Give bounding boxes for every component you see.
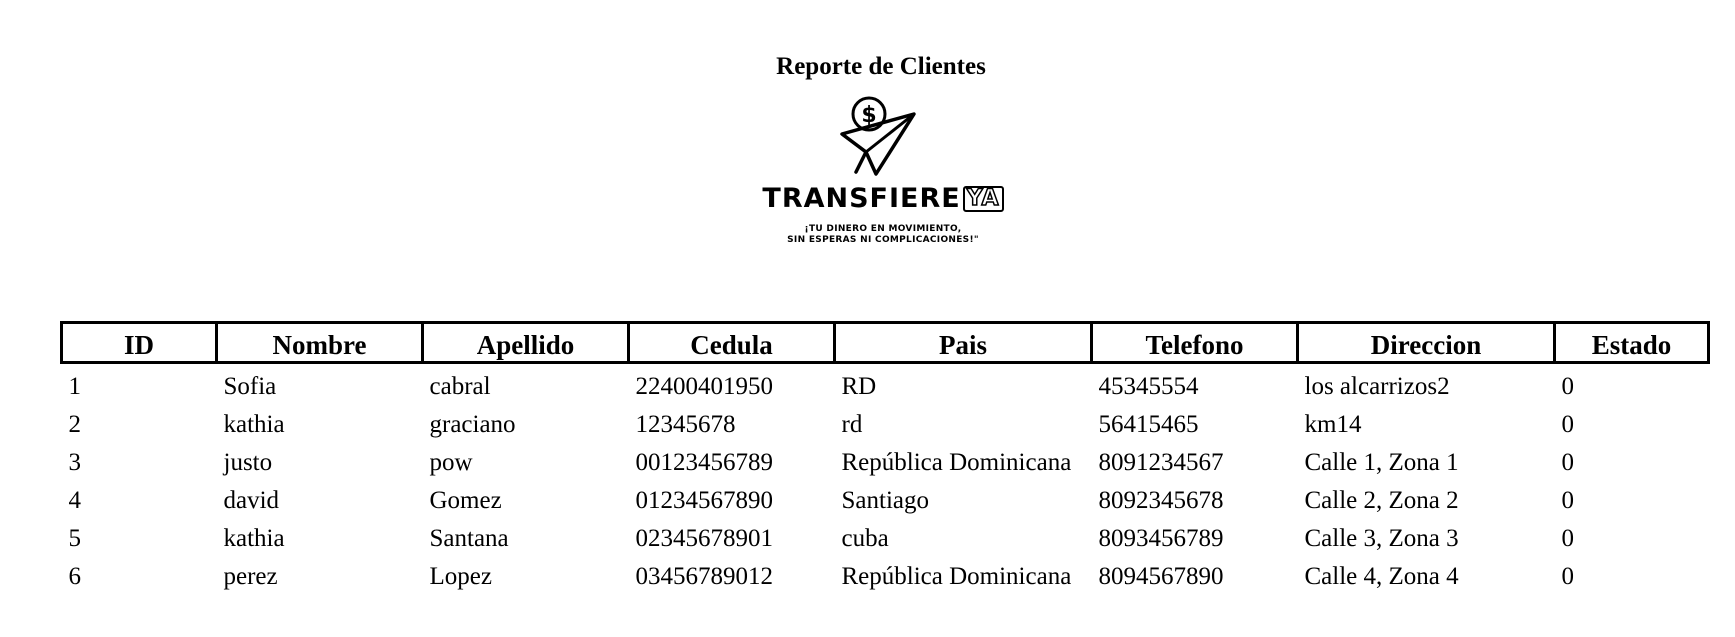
cell-apellido: Lopez — [429, 563, 492, 590]
cell-telefono: 45345554 — [1098, 373, 1199, 400]
cell-estado: 0 — [1561, 487, 1575, 514]
table-row: 4 david Gomez 01234567890 Santiago 80923… — [62, 478, 1709, 516]
cell-apellido: Gomez — [429, 487, 502, 514]
cell-cedula: 00123456789 — [635, 449, 774, 476]
brand-logo: $ TRANSFIERE YA ¡TU DINERO EN MOVIMIENTO,… — [738, 94, 1028, 254]
header-estado: Estado — [1553, 321, 1710, 364]
cell-id: 4 — [68, 487, 82, 514]
header-pais: Pais — [833, 321, 1093, 364]
cell-cedula: 22400401950 — [635, 373, 774, 400]
header-nombre: Nombre — [215, 321, 424, 364]
table-header-row: ID Nombre Apellido Cedula Pais Telefono … — [60, 321, 1710, 364]
cell-pais: rd — [841, 411, 863, 438]
table-row: 2 kathia graciano 12345678 rd 56415465 k… — [62, 402, 1709, 440]
cell-apellido: pow — [429, 449, 473, 476]
header-cedula: Cedula — [627, 321, 836, 364]
cell-telefono: 8094567890 — [1098, 563, 1224, 590]
dollar-coin-paper-plane-icon: $ — [840, 96, 916, 176]
cell-direccion: Calle 4, Zona 4 — [1304, 563, 1459, 590]
cell-cedula: 02345678901 — [635, 525, 774, 552]
cell-nombre: kathia — [223, 525, 285, 552]
brand-main-text: TRANSFIERE — [762, 183, 961, 214]
cell-nombre: Sofia — [223, 373, 277, 400]
table-row: 1 Sofia cabral 22400401950 RD 45345554 l… — [62, 363, 1709, 403]
cell-apellido: graciano — [429, 411, 516, 438]
cell-id: 5 — [68, 525, 82, 552]
cell-cedula: 01234567890 — [635, 487, 774, 514]
cell-estado: 0 — [1561, 563, 1575, 590]
cell-telefono: 56415465 — [1098, 411, 1199, 438]
table-row: 6 perez Lopez 03456789012 República Domi… — [62, 554, 1709, 592]
table-row: 3 justo pow 00123456789 República Domini… — [62, 440, 1709, 478]
brand-wordmark: TRANSFIERE YA — [738, 184, 1028, 214]
cell-nombre: david — [223, 487, 280, 514]
cell-direccion: Calle 3, Zona 3 — [1304, 525, 1459, 552]
header-id: ID — [60, 321, 218, 364]
cell-pais: República Dominicana — [841, 563, 1072, 590]
tagline-line-2: SIN ESPERAS NI COMPLICACIONES!" — [787, 235, 979, 245]
cell-apellido: cabral — [429, 373, 491, 400]
report-title: Reporte de Clientes — [776, 53, 986, 80]
cell-telefono: 8091234567 — [1098, 449, 1224, 476]
cell-direccion: Calle 1, Zona 1 — [1304, 449, 1459, 476]
cell-pais: Santiago — [841, 487, 930, 514]
cell-estado: 0 — [1561, 449, 1575, 476]
cell-cedula: 12345678 — [635, 411, 736, 438]
clients-table: ID Nombre Apellido Cedula Pais Telefono … — [60, 321, 1710, 592]
header-telefono: Telefono — [1090, 321, 1299, 364]
header-apellido: Apellido — [421, 321, 630, 364]
cell-pais: República Dominicana — [841, 449, 1072, 476]
cell-cedula: 03456789012 — [635, 563, 774, 590]
cell-pais: cuba — [841, 525, 889, 552]
cell-telefono: 8093456789 — [1098, 525, 1224, 552]
cell-nombre: justo — [223, 449, 273, 476]
cell-telefono: 8092345678 — [1098, 487, 1224, 514]
table-row: 5 kathia Santana 02345678901 cuba 809345… — [62, 516, 1709, 554]
cell-id: 1 — [68, 373, 82, 400]
header-direccion: Direccion — [1296, 321, 1556, 364]
cell-apellido: Santana — [429, 525, 509, 552]
cell-estado: 0 — [1561, 373, 1575, 400]
cell-id: 6 — [68, 563, 82, 590]
cell-direccion: Calle 2, Zona 2 — [1304, 487, 1459, 514]
cell-direccion: km14 — [1304, 411, 1362, 438]
cell-id: 3 — [68, 449, 82, 476]
cell-nombre: perez — [223, 563, 278, 590]
cell-direccion: los alcarrizos2 — [1304, 373, 1450, 400]
cell-estado: 0 — [1561, 411, 1575, 438]
tagline-line-1: ¡TU DINERO EN MOVIMIENTO, — [804, 224, 962, 234]
cell-nombre: kathia — [223, 411, 285, 438]
cell-pais: RD — [841, 373, 877, 400]
cell-estado: 0 — [1561, 525, 1575, 552]
brand-tagline: ¡TU DINERO EN MOVIMIENTO, SIN ESPERAS NI… — [738, 224, 1028, 246]
cell-id: 2 — [68, 411, 82, 438]
brand-suffix-text: YA — [962, 186, 1004, 212]
